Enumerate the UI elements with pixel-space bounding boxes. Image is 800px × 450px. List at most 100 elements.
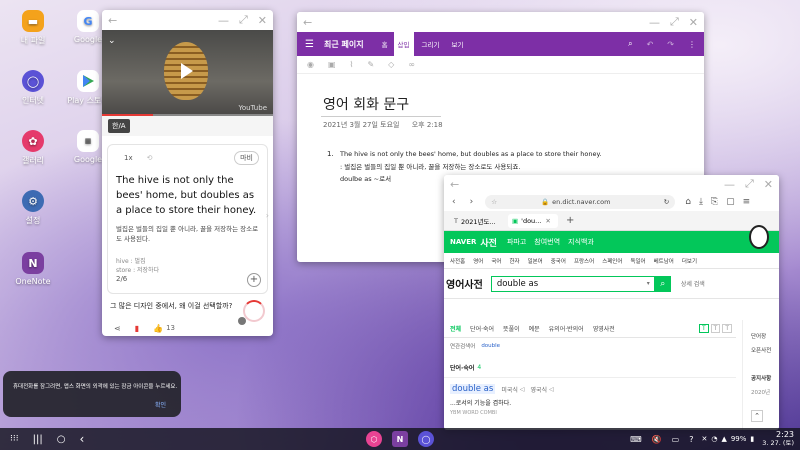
play-icon[interactable] xyxy=(181,63,193,79)
result-tab[interactable]: 단어·숙어 xyxy=(470,324,494,333)
result-tab[interactable]: 예문 xyxy=(529,324,540,333)
lang-link[interactable]: 베트남어 xyxy=(654,257,674,265)
sidebar-item[interactable]: 오픈사전 xyxy=(751,346,779,354)
reload-icon[interactable]: ↻ xyxy=(664,198,669,206)
speaker-icon[interactable]: ◁ xyxy=(549,386,554,393)
like-icon[interactable]: 👍 xyxy=(153,324,163,333)
close-icon[interactable]: ✕ xyxy=(258,14,267,27)
text-size-button[interactable]: T xyxy=(722,324,732,333)
entry-word[interactable]: double as xyxy=(450,384,496,394)
desktop-icon-onenote[interactable]: N OneNote xyxy=(0,252,66,286)
service-link[interactable]: 참여번역 xyxy=(534,237,560,247)
video-progress-bar[interactable] xyxy=(102,114,273,116)
related-keyword[interactable]: double xyxy=(481,343,500,349)
add-icon[interactable]: + xyxy=(247,273,261,287)
tab-1[interactable]: T 2021년도... xyxy=(450,214,500,228)
lang-link[interactable]: 스페인어 xyxy=(602,257,622,265)
lang-link[interactable]: 더보기 xyxy=(682,257,697,265)
lang-link[interactable]: 중국어 xyxy=(551,257,566,265)
result-tab[interactable]: 유의어·반의어 xyxy=(549,324,584,333)
address-bar[interactable]: ☆ 🔒 en.dict.naver.com ↻ xyxy=(485,195,676,209)
naver-logo[interactable]: NAVER xyxy=(450,238,476,246)
maximize-icon[interactable]: ⤢ xyxy=(670,15,679,29)
camera-icon[interactable]: ◉ xyxy=(307,60,314,69)
advanced-search-link[interactable]: 상세 검색 xyxy=(681,279,705,288)
tab-home[interactable]: 홈 xyxy=(382,39,388,49)
download-icon[interactable]: ⤓ xyxy=(699,197,703,207)
toast-confirm-button[interactable]: 확인 xyxy=(155,400,166,409)
nav-back-icon[interactable]: ‹ xyxy=(452,197,456,207)
more-icon[interactable]: ⋮ xyxy=(688,40,696,49)
alert-icon[interactable]: ? xyxy=(689,435,693,444)
menu-icon[interactable]: ≡ xyxy=(743,197,751,207)
sidebar-item[interactable]: 단어장 xyxy=(751,332,779,340)
text-size-button[interactable]: T xyxy=(710,324,721,333)
caption-language-badge[interactable]: 한/A xyxy=(108,119,130,133)
maximize-icon[interactable]: ⤢ xyxy=(745,177,754,191)
close-icon[interactable]: ✕ xyxy=(689,16,698,29)
image-icon[interactable]: ▣ xyxy=(328,60,336,69)
note-translation[interactable]: : 벌집은 벌들의 집일 뿐 아니라, 꿀을 저장하는 장소로도 사용되죠. xyxy=(340,161,520,171)
nav-forward-icon[interactable]: › xyxy=(470,197,474,207)
lang-link[interactable]: 한자 xyxy=(509,257,519,265)
attach-icon[interactable]: ⌇ xyxy=(350,60,354,69)
minimize-icon[interactable]: — xyxy=(724,178,735,191)
note-extra[interactable]: doulbe as ~로서 xyxy=(340,173,391,183)
pinned-app-internet[interactable]: ◯ xyxy=(418,431,434,447)
menu-icon[interactable]: ☰ xyxy=(305,39,314,50)
result-tab[interactable]: 뜻풀이 xyxy=(503,324,520,333)
pinned-app-onenote[interactable]: N xyxy=(392,431,408,447)
bookmark-icon[interactable]: ▮ xyxy=(135,324,139,333)
dict-search-input[interactable]: double as xyxy=(497,279,647,289)
clock[interactable]: 2:23 3. 27. (토) xyxy=(762,430,794,448)
home-icon[interactable]: ⌂ xyxy=(685,197,691,207)
lang-link[interactable]: 일본어 xyxy=(528,257,543,265)
note-sentence[interactable]: The hive is not only the bees' home, but… xyxy=(340,150,690,158)
back-icon[interactable]: ← xyxy=(450,178,459,191)
volume-mute-icon[interactable]: 🔇 xyxy=(652,435,662,444)
tab-view[interactable]: 보기 xyxy=(451,39,463,49)
star-icon[interactable]: ☆ xyxy=(491,198,497,206)
repeat-icon[interactable]: ⟲ xyxy=(147,154,153,162)
close-tab-icon[interactable]: ✕ xyxy=(545,217,550,225)
next-card-icon[interactable]: › xyxy=(266,211,269,220)
apps-grid-icon[interactable]: ⁝⁝⁝ xyxy=(10,434,19,444)
video-player[interactable]: ⌄ YouTube xyxy=(102,30,273,116)
back-icon[interactable]: ‹ xyxy=(79,432,84,446)
scroll-top-icon[interactable]: ⌃ xyxy=(751,410,763,422)
back-icon[interactable]: ← xyxy=(108,14,117,27)
new-tab-icon[interactable]: + xyxy=(566,215,574,226)
sidebar-item[interactable]: 공지사항 xyxy=(751,374,779,382)
result-tab-all[interactable]: 전체 xyxy=(450,324,461,333)
pinned-app-1[interactable]: ⬡ xyxy=(366,431,382,447)
bookmarks-icon[interactable]: ⎘ xyxy=(711,197,718,207)
desktop-icon-settings[interactable]: ⚙ 설정 xyxy=(0,190,66,226)
share-icon[interactable]: ⋖ xyxy=(114,324,121,333)
lang-link[interactable]: 국어 xyxy=(491,257,501,265)
recents-icon[interactable]: ||| xyxy=(33,434,43,445)
result-tab[interactable]: 영영사전 xyxy=(593,324,615,333)
redo-icon[interactable]: ↷ xyxy=(667,40,674,49)
undo-icon[interactable]: ↶ xyxy=(647,40,654,49)
tabs-icon[interactable]: ▢ xyxy=(726,197,735,207)
speed-label[interactable]: 1x xyxy=(124,154,133,162)
dict-title[interactable]: 영어사전 xyxy=(446,276,483,291)
pen-icon[interactable]: ✎ xyxy=(367,60,374,69)
section-title[interactable]: 최근 페이지 xyxy=(324,39,364,50)
service-link[interactable]: 파파고 xyxy=(507,237,526,247)
speaker-icon[interactable]: ◁ xyxy=(520,386,525,393)
minimize-icon[interactable]: — xyxy=(649,16,660,29)
service-title[interactable]: 사전 xyxy=(480,236,497,249)
home-icon[interactable]: ○ xyxy=(57,434,66,445)
search-icon[interactable]: ⌕ xyxy=(628,39,632,49)
chevron-down-icon[interactable]: ⌄ xyxy=(108,36,116,46)
dict-search-button[interactable]: ⌕ xyxy=(654,275,671,292)
keyboard-icon[interactable]: ⌨ xyxy=(630,435,642,444)
screenshot-icon[interactable]: ▭ xyxy=(672,435,680,444)
close-icon[interactable]: ✕ xyxy=(764,178,773,191)
lang-link[interactable]: 독일어 xyxy=(630,257,645,265)
mode-toggle[interactable]: 마비 xyxy=(234,151,259,165)
minimize-icon[interactable]: — xyxy=(218,14,229,27)
sidebar-item[interactable]: 2020년 xyxy=(751,388,779,396)
maximize-icon[interactable]: ⤢ xyxy=(239,13,248,27)
